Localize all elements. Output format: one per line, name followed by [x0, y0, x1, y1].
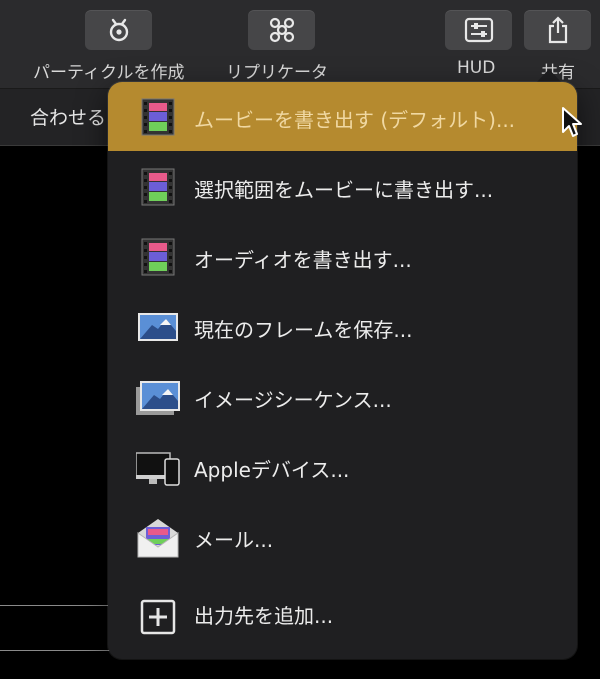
menu-item-export-movie-default[interactable]: ムービーを書き出す (デフォルト)... — [108, 82, 577, 151]
hud-button[interactable] — [445, 10, 512, 50]
menu-item-label: 選択範囲をムービーに書き出す... — [194, 178, 494, 202]
menu-item-label: Appleデバイス... — [194, 458, 350, 482]
canvas-divider — [0, 650, 110, 651]
share-button[interactable] — [524, 10, 591, 50]
create-particles-label: パーティクルを作成 — [33, 63, 185, 83]
share-icon — [548, 16, 567, 44]
menu-item-label: 出力先を追加... — [194, 604, 334, 628]
canvas-divider — [0, 605, 110, 606]
film-icon — [141, 98, 175, 136]
replicator-label: リプリケータ — [226, 63, 328, 83]
toolbar: パーティクルを作成 リプリケータ HUD 共有 — [0, 0, 600, 89]
menu-item-mail[interactable]: メール... — [108, 502, 577, 572]
menu-item-image-sequence[interactable]: イメージシーケンス... — [108, 362, 577, 432]
mouse-cursor-icon — [562, 107, 582, 137]
menu-item-label: オーディオを書き出す... — [194, 248, 412, 272]
mail-envelope-icon — [137, 519, 179, 558]
menu-item-label: ムービーを書き出す (デフォルト)... — [194, 108, 516, 132]
menu-item-export-audio[interactable]: オーディオを書き出す... — [108, 222, 577, 292]
share-menu: ムービーを書き出す (デフォルト)... 選択範囲をムービーに書き出す... オ… — [108, 82, 577, 659]
add-plus-icon — [140, 599, 176, 635]
film-icon — [141, 168, 175, 206]
particle-emitter-icon — [109, 18, 128, 42]
mountain-image-icon — [138, 313, 178, 341]
hud-label: HUD — [457, 58, 496, 78]
menu-item-label: メール... — [194, 528, 274, 552]
menu-item-add-destination[interactable]: 出力先を追加... — [108, 584, 577, 654]
menu-item-label: イメージシーケンス... — [194, 388, 392, 412]
devices-icon — [136, 452, 180, 486]
menu-caret — [536, 69, 562, 83]
film-icon — [141, 238, 175, 276]
menu-item-save-frame[interactable]: 現在のフレームを保存... — [108, 292, 577, 362]
menu-item-apple-devices[interactable]: Appleデバイス... — [108, 432, 577, 502]
hud-sliders-icon — [464, 17, 493, 43]
menu-item-label: 現在のフレームを保存... — [194, 318, 413, 342]
fit-label[interactable]: 合わせる — [30, 103, 106, 130]
image-stack-icon — [136, 381, 180, 415]
replicator-button[interactable] — [248, 10, 315, 50]
menu-item-export-selection[interactable]: 選択範囲をムービーに書き出す... — [108, 152, 577, 222]
replicator-icon — [269, 17, 294, 43]
create-particles-button[interactable] — [85, 10, 152, 50]
